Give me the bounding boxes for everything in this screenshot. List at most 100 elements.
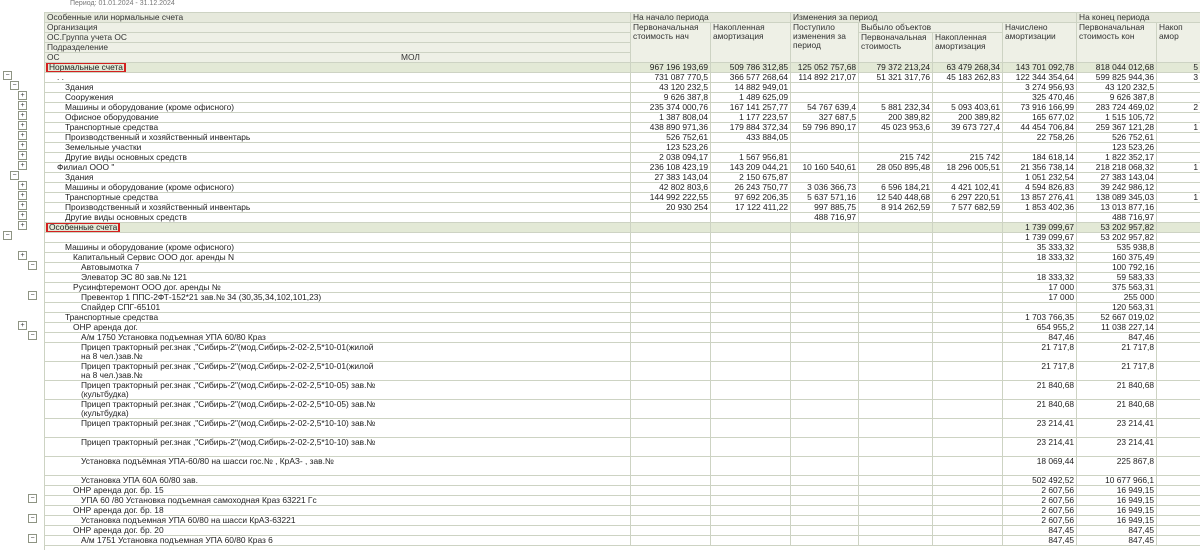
expand-icon[interactable]: + — [18, 110, 27, 120]
table-row[interactable]: Капитальный Сервис ООО дог. аренды N 18 3… — [44, 252, 1200, 263]
collapse-icon[interactable]: − — [28, 513, 37, 523]
header-amort-charged[interactable]: Начислено амортизации — [1002, 22, 1078, 63]
cell-accum-amort-end — [1156, 342, 1200, 362]
expand-icon[interactable]: + — [18, 180, 27, 190]
expand-icon[interactable]: + — [18, 160, 27, 170]
header-period-end[interactable]: На конец периода — [1076, 12, 1200, 23]
cell-initial-cost-end: 16 949,15 — [1076, 495, 1158, 506]
cell-initial-cost-start — [630, 322, 711, 333]
table-row[interactable]: А/м 1750 Установка подъемная УПА 60/80 К… — [44, 332, 1200, 343]
cell-initial-cost-end: 818 044 012,68 — [1076, 62, 1158, 73]
cell-initial-cost-start: 123 523,26 — [630, 142, 711, 153]
table-row[interactable]: Автовымотка 7 100 792,16 — [44, 262, 1200, 273]
collapse-icon[interactable]: − — [3, 230, 12, 240]
header-disposed[interactable]: Выбыло объектов — [858, 22, 1004, 33]
collapse-icon[interactable]: − — [10, 80, 19, 90]
table-row[interactable]: Земельные участки 123 523,26 123 523,26 — [44, 142, 1200, 153]
cell-accum-amort-start — [709, 361, 792, 381]
cell-accum-amort-start: 179 884 372,34 — [709, 122, 792, 133]
table-row[interactable]: Прицеп тракторный рег.знак ,"Сибирь-2"(м… — [44, 361, 1200, 381]
table-row[interactable]: Русинфтеремонт ООО дог. аренды № 17 000 37… — [44, 282, 1200, 293]
expand-icon[interactable]: + — [18, 90, 27, 100]
table-row[interactable]: Машины и оборудование (кроме офисного) 23… — [44, 102, 1200, 113]
header-os-mol[interactable]: ОС МОЛ — [44, 52, 631, 63]
header-accum-amort-end[interactable]: Накоп амор — [1156, 22, 1200, 63]
table-row[interactable]: Производственный и хозяйственный инвента… — [44, 132, 1200, 143]
expand-icon[interactable]: + — [18, 200, 27, 210]
header-initial-cost-start[interactable]: Первоначальная стоимость нач — [630, 22, 711, 63]
cell-disposed-cost: 79 372 213,24 — [858, 62, 934, 73]
header-disposed-cost[interactable]: Первоначальная стоимость — [858, 32, 934, 63]
cell-disposed-amort — [932, 82, 1004, 93]
table-row[interactable]: 1 739 099,67 53 202 957,82 — [44, 232, 1200, 243]
table-row[interactable]: . . 731 087 770,5 366 577 268,64 114 892 21… — [44, 72, 1200, 83]
table-row[interactable]: Офисное оборудование 1 387 808,04 1 177 22… — [44, 112, 1200, 123]
table-row[interactable]: Прицеп тракторный рег.знак ,"Сибирь-2"(м… — [44, 380, 1200, 400]
table-row[interactable]: Другие виды основных средств 488 716,97 48… — [44, 212, 1200, 223]
collapse-icon[interactable]: − — [28, 330, 37, 340]
row-label-cell: ОНР аренда дог. бр. 20 — [44, 525, 631, 536]
collapse-icon[interactable]: − — [10, 170, 19, 180]
table-row[interactable]: Элеватор ЭС 80 зав.№ 121 18 333,32 59 583,… — [44, 272, 1200, 283]
table-row[interactable]: Сооружения 9 626 387,8 1 489 625,09 325 470… — [44, 92, 1200, 103]
collapse-icon[interactable]: − — [3, 70, 12, 80]
collapse-icon[interactable]: − — [28, 290, 37, 300]
table-row[interactable]: Здания 27 383 143,04 2 150 675,87 1 051 232… — [44, 172, 1200, 183]
expand-icon[interactable]: + — [18, 140, 27, 150]
table-row[interactable]: Транспортные средства 438 890 971,36 179 8… — [44, 122, 1200, 133]
expand-icon[interactable]: + — [18, 100, 27, 110]
expand-icon[interactable]: + — [18, 320, 27, 330]
header-organization[interactable]: Организация — [44, 22, 631, 33]
collapse-icon[interactable]: − — [28, 533, 37, 543]
table-row[interactable]: Машины и оборудование (кроме офисного) 35… — [44, 242, 1200, 253]
cell-accum-amort-end — [1156, 437, 1200, 457]
table-row[interactable]: Прицеп тракторный рег.знак ,"Сибирь-2"(м… — [44, 399, 1200, 419]
header-period-changes[interactable]: Изменения за период — [790, 12, 1078, 23]
expand-icon[interactable]: + — [18, 120, 27, 130]
collapse-icon[interactable]: − — [28, 493, 37, 503]
header-accounts-type[interactable]: Особенные или нормальные счета — [44, 12, 631, 23]
header-period-start[interactable]: На начало периода — [629, 12, 792, 23]
cell-initial-cost-start: 731 087 770,5 — [630, 72, 711, 83]
expand-icon[interactable]: + — [18, 250, 27, 260]
table-row[interactable]: ОНР аренда дог. бр. 18 2 607,56 16 949,15 — [44, 505, 1200, 516]
cell-accum-amort-start — [709, 535, 792, 546]
table-row[interactable]: Нормальные счета 967 196 193,69 509 786 31… — [44, 62, 1200, 73]
table-row[interactable]: ОНР аренда дог. бр. 15 2 607,56 16 949,15 — [44, 485, 1200, 496]
table-row[interactable]: Установка УПА 60А 60/80 зав. 502 492,52 10… — [44, 475, 1200, 486]
table-row[interactable]: ОНР аренда дог. бр. 20 847,45 847,45 — [44, 525, 1200, 536]
table-row[interactable]: Филиал ООО " 236 108 423,19 143 209 044,21… — [44, 162, 1200, 173]
expand-icon[interactable]: + — [18, 190, 27, 200]
table-row[interactable]: Установка подъемная УПА 60/80 на шасси К… — [44, 515, 1200, 526]
table-row[interactable]: Установка подъёмная УПА-60/80 на шасси г… — [44, 456, 1200, 476]
table-row[interactable]: Прицеп тракторный рег.знак ,"Сибирь-2"(м… — [44, 342, 1200, 362]
cell-initial-cost-end: 11 038 227,14 — [1076, 322, 1158, 333]
table-row[interactable]: Другие виды основных средств 2 038 094,17… — [44, 152, 1200, 163]
header-os-group[interactable]: ОС.Группа учета ОС — [44, 32, 631, 43]
table-row[interactable]: Превентор 1 ППС-2ФТ-152*21 зав.№ 34 (30,… — [44, 292, 1200, 303]
table-row[interactable]: Особенные счета 1 739 099,67 53 202 957,82 — [44, 222, 1200, 233]
expand-icon[interactable]: + — [18, 150, 27, 160]
table-row[interactable]: Транспортные средства 144 992 222,55 97 69… — [44, 192, 1200, 203]
table-row[interactable]: Прицеп тракторный рег.знак ,"Сибирь-2"(м… — [44, 418, 1200, 438]
table-row[interactable]: А/м 1751 Установка подъемная УПА 60/80 К… — [44, 535, 1200, 546]
header-department[interactable]: Подразделение — [44, 42, 631, 53]
table-row[interactable]: ОНР аренда дог. 654 955,2 11 038 227,14 — [44, 322, 1200, 333]
table-row[interactable]: Производственный и хозяйственный инвента… — [44, 202, 1200, 213]
table-row[interactable]: Прицеп тракторный рег.знак ,"Сибирь-2"(м… — [44, 437, 1200, 457]
header-received[interactable]: Поступило изменения за период — [790, 22, 860, 63]
table-row[interactable]: УПА 60 /80 Установка подъемная самоходна… — [44, 495, 1200, 506]
table-row[interactable]: Машины и оборудование (кроме офисного) 42… — [44, 182, 1200, 193]
table-row[interactable]: Спайдер СПГ-65101 120 563,31 — [44, 302, 1200, 313]
table-row[interactable]: Здания 43 120 232,5 14 882 949,01 3 274 956… — [44, 82, 1200, 93]
expand-icon[interactable]: + — [18, 220, 27, 230]
expand-icon[interactable]: + — [18, 130, 27, 140]
header-initial-cost-end[interactable]: Первоначальная стоимость кон — [1076, 22, 1158, 63]
cell-amort-charged: 44 454 706,84 — [1002, 122, 1078, 133]
header-disposed-amort[interactable]: Накопленная амортизация — [932, 32, 1004, 63]
expand-icon[interactable]: + — [18, 210, 27, 220]
collapse-icon[interactable]: − — [28, 260, 37, 270]
row-label-cell: Элеватор ЭС 80 зав.№ 121 — [44, 272, 631, 283]
header-accum-amort-start[interactable]: Накопленная амортизация — [709, 22, 792, 63]
table-row[interactable]: Транспортные средства 1 703 766,35 52 667 … — [44, 312, 1200, 323]
